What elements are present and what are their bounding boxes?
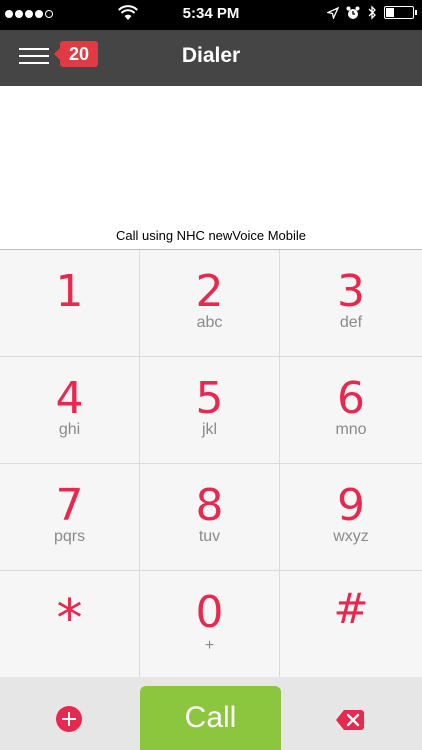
bluetooth-icon [368, 5, 376, 20]
dial-keypad: 1 2 abc 3 def 4 ghi 5 jkl 6 mno 7 pqrs 8… [0, 249, 422, 678]
key-3[interactable]: 3 def [280, 250, 422, 357]
battery-icon [384, 6, 417, 19]
key-digit: 0 [195, 587, 224, 638]
key-digit: * [56, 589, 83, 649]
key-letters: jkl [201, 421, 218, 438]
key-letters: wxyz [333, 528, 369, 545]
key-digit: 4 [55, 373, 84, 424]
key-digit: 1 [55, 266, 84, 317]
key-hash[interactable]: # [280, 571, 422, 678]
key-5[interactable]: 5 jkl [140, 357, 280, 464]
call-using-label: Call using NHC newVoice Mobile [115, 228, 307, 243]
key-letters: abc [196, 314, 223, 331]
key-digit: 3 [337, 266, 365, 317]
key-digit: 8 [195, 480, 224, 531]
call-button[interactable]: Call [140, 686, 281, 750]
key-digit: 7 [55, 480, 84, 531]
backspace-icon[interactable] [335, 708, 365, 732]
key-2[interactable]: 2 abc [140, 250, 280, 357]
key-letters: pqrs [53, 528, 86, 545]
key-digit: # [333, 584, 369, 633]
key-0[interactable]: 0 + [140, 571, 280, 678]
key-digit: 6 [337, 373, 365, 424]
key-9[interactable]: 9 wxyz [280, 464, 422, 571]
key-1[interactable]: 1 [0, 250, 140, 357]
key-digit: 2 [195, 266, 224, 317]
key-7[interactable]: 7 pqrs [0, 464, 140, 571]
key-digit: 5 [195, 373, 224, 424]
key-6[interactable]: 6 mno [280, 357, 422, 464]
nav-bar: 20 Dialer [0, 30, 422, 86]
bottom-bar: Call [0, 677, 422, 750]
key-4[interactable]: 4 ghi [0, 357, 140, 464]
key-star[interactable]: * [0, 571, 140, 678]
plus-circle-icon[interactable] [56, 706, 82, 732]
status-icons [327, 5, 417, 20]
key-letters: tuv [198, 528, 221, 545]
status-bar: 5:34 PM [0, 0, 422, 30]
key-letters: mno [335, 421, 367, 438]
key-8[interactable]: 8 tuv [140, 464, 280, 571]
key-letters: ghi [58, 421, 81, 438]
key-letters: + [204, 637, 215, 654]
key-digit: 9 [337, 480, 365, 531]
page-title: Dialer [181, 44, 241, 67]
number-display[interactable] [0, 86, 422, 224]
alarm-clock-icon [346, 6, 360, 19]
location-arrow-icon [327, 6, 339, 19]
key-letters: def [339, 314, 363, 331]
